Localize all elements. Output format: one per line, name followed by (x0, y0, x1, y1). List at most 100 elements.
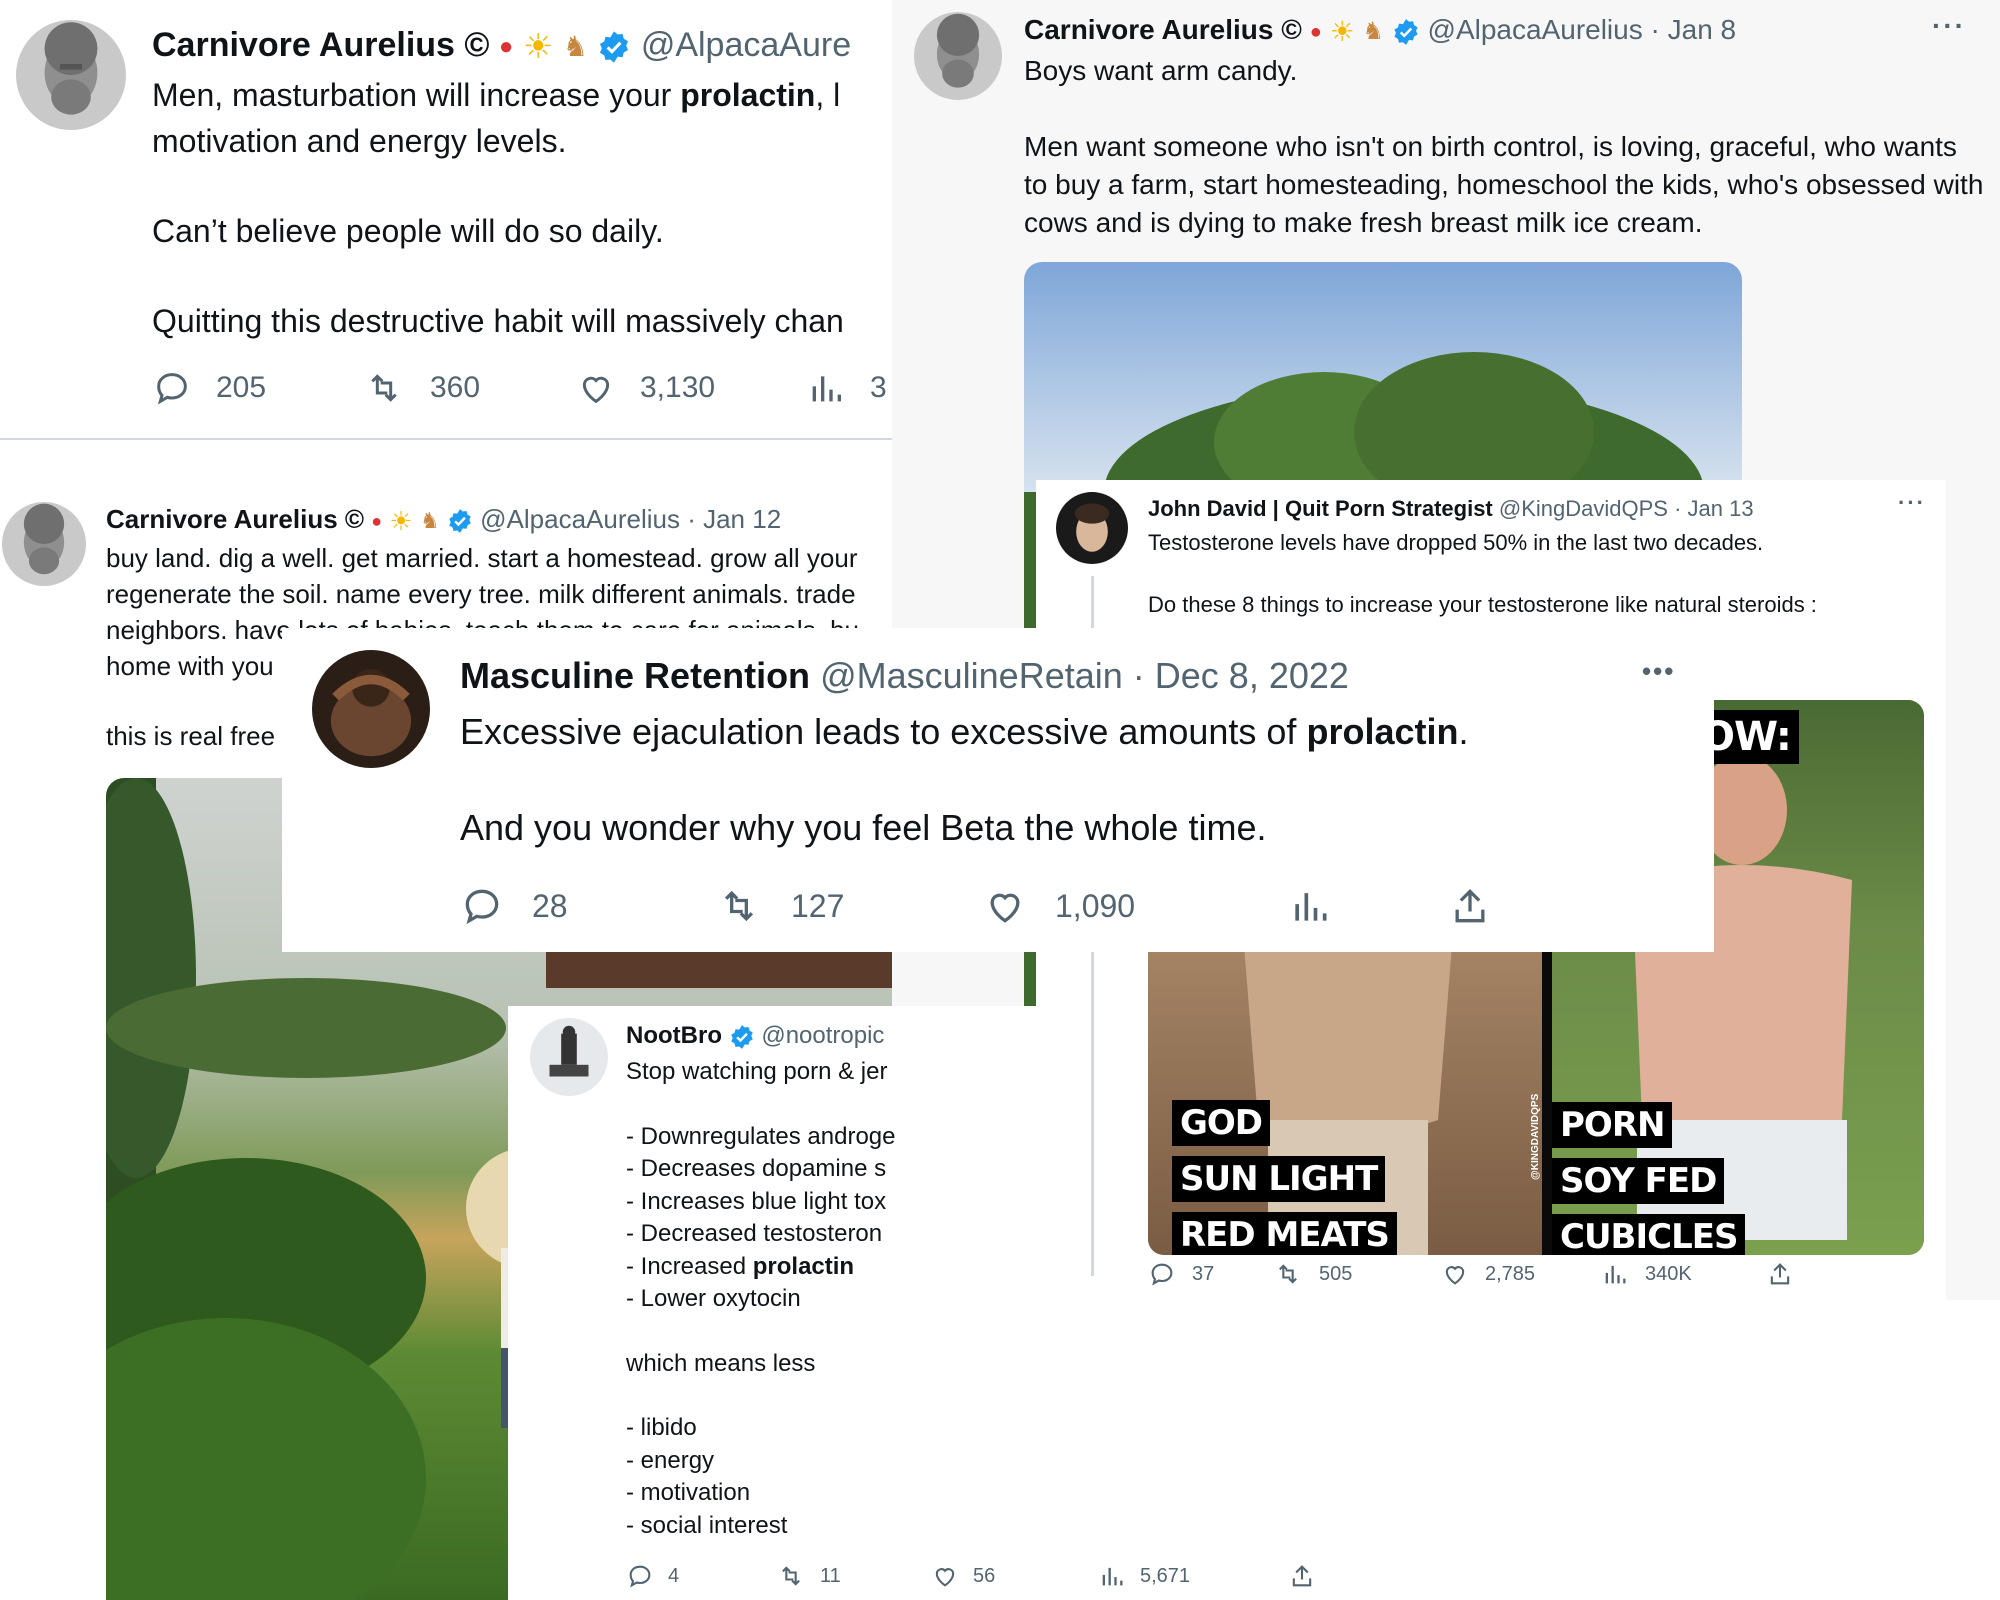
views-chart-icon (1295, 893, 1327, 921)
like-button[interactable]: 3,130 (576, 368, 806, 408)
like-button[interactable]: 56 (931, 1562, 1036, 1590)
display-name[interactable]: NootBro (626, 1022, 722, 1049)
views-button[interactable]: 3 (806, 368, 887, 408)
llama-icon: ♞ (562, 31, 588, 63)
reply-button[interactable]: 37 (1148, 1260, 1273, 1288)
tweet-text: Boys want arm candy. (1024, 55, 1298, 86)
avatar-carnivore-aurelius[interactable] (914, 12, 1002, 100)
like-button[interactable]: 2,785 (1441, 1260, 1601, 1288)
image-overlay-label: RED MEATS (1172, 1212, 1397, 1255)
user-handle[interactable]: @AlpacaAurelius (1428, 14, 1643, 45)
tweet-date[interactable]: · Jan 12 (687, 504, 781, 534)
retweet-count: 505 (1319, 1262, 1353, 1285)
image-overlay-label: CUBICLES (1552, 1214, 1746, 1255)
list-item-bold: prolactin (752, 1252, 855, 1280)
llama-icon: ♞ (1362, 17, 1384, 45)
tweet-text-line: buy land. dig a well. get married. start… (106, 543, 858, 573)
display-name[interactable]: John David | Quit Porn Strategist (1148, 496, 1493, 521)
more-options-button[interactable]: ••• (1642, 656, 1675, 687)
retweet-button[interactable]: 11 (776, 1562, 931, 1590)
tweet-card-nootbro[interactable]: NootBro @nootropic Stop watching porn & … (508, 1006, 1036, 1600)
steak-icon: ● (498, 33, 514, 61)
user-handle[interactable]: @nootropic (761, 1022, 884, 1049)
sun-icon: ☀ (389, 506, 413, 537)
user-handle[interactable]: @AlpacaAure (641, 26, 851, 64)
display-name[interactable]: Carnivore Aurelius © (152, 26, 489, 64)
retweet-icon (724, 890, 754, 922)
retweet-button[interactable]: 505 (1273, 1260, 1441, 1288)
retweet-button[interactable]: 127 (715, 884, 983, 928)
view-count: 340K (1645, 1262, 1692, 1285)
user-handle[interactable]: @MasculineRetain (820, 655, 1123, 696)
avatar-masculine-retention[interactable] (312, 650, 430, 768)
heart-icon (935, 1568, 955, 1587)
list-item: - social interest (626, 1511, 788, 1539)
heart-icon (990, 893, 1020, 923)
list-item: - Increased prolactin (626, 1251, 896, 1284)
tweet-text: Men, masturbation will increase your (152, 77, 672, 113)
display-name[interactable]: Carnivore Aurelius © (1024, 14, 1302, 45)
reply-icon (157, 373, 187, 405)
image-overlay-label: SOY FED (1552, 1158, 1725, 1204)
heart-icon (582, 376, 610, 404)
tweet-card-masculine-retention[interactable]: Masculine Retention @MasculineRetain · D… (282, 628, 1714, 952)
tweet-text: Do these 8 things to increase your testo… (1148, 592, 1817, 617)
tweet-text: Men want someone who isn't on birth cont… (1024, 131, 1984, 238)
avatar-carnivore-aurelius[interactable] (2, 502, 86, 586)
list-item-text: - Increased (626, 1252, 747, 1280)
tweet-date[interactable]: · Jan 8 (1651, 14, 1737, 45)
list-item: - Decreased testosteron (626, 1220, 883, 1247)
list-item: - motivation (626, 1479, 751, 1506)
retweet-icon (371, 374, 397, 402)
more-options-button[interactable]: ··· (1898, 490, 1926, 516)
like-count: 3,130 (640, 371, 716, 404)
reply-icon (465, 889, 499, 925)
reply-button[interactable]: 205 (152, 368, 362, 408)
avatar-john-david[interactable] (1056, 492, 1128, 564)
retweet-button[interactable]: 360 (362, 368, 576, 408)
views-button[interactable]: 340K (1601, 1260, 1766, 1288)
reply-icon (629, 1565, 651, 1588)
share-button[interactable] (1288, 1562, 1316, 1590)
verified-badge-icon (1394, 18, 1418, 45)
tweet-date[interactable]: · Jan 13 (1674, 496, 1754, 521)
reply-button[interactable]: 28 (460, 884, 715, 928)
tweet-text: Stop watching porn & jer (626, 1058, 888, 1085)
avatar-carnivore-aurelius[interactable] (16, 20, 126, 130)
sun-icon: ☀ (1329, 15, 1355, 47)
retweet-count: 127 (791, 887, 845, 924)
tweet-date[interactable]: · Dec 8, 2022 (1133, 655, 1349, 696)
steak-icon: ● (371, 511, 383, 532)
tweet-card-top-left[interactable]: Carnivore Aurelius © ● ☀ ♞ @AlpacaAure M… (0, 0, 892, 440)
image-overlay-label: PORN (1552, 1102, 1673, 1148)
image-overlay-label: SUN LIGHT (1172, 1156, 1386, 1202)
like-button[interactable]: 1,090 (983, 884, 1288, 928)
reply-button[interactable]: 4 (626, 1562, 776, 1590)
tweet-text: Testosterone levels have dropped 50% in … (1148, 530, 1764, 555)
effect-list: - libido - energy - motivation - social int… (626, 1412, 896, 1542)
share-button[interactable] (1766, 1260, 1794, 1288)
user-handle[interactable]: @AlpacaAurelius (480, 504, 680, 534)
sun-icon: ☀ (522, 28, 554, 67)
reply-count: 28 (532, 887, 568, 924)
reply-icon (1151, 1263, 1173, 1286)
more-options-button[interactable]: ··· (1932, 10, 1966, 42)
list-item: - energy (626, 1446, 715, 1474)
share-button[interactable] (1448, 884, 1492, 928)
list-item: - Increases blue light tox (626, 1187, 887, 1215)
like-count: 56 (973, 1564, 996, 1587)
retweet-count: 11 (820, 1564, 841, 1587)
list-item: - Decreases dopamine s (626, 1155, 887, 1182)
tweet-image-sky-trees[interactable] (1024, 262, 1742, 492)
retweet-count: 360 (430, 371, 481, 404)
tweet-text: And you wonder why you feel Beta the who… (460, 807, 1267, 848)
tweet-text: , l (815, 77, 841, 113)
tweet-text: Quitting this destructive habit will mas… (152, 303, 844, 339)
display-name[interactable]: Masculine Retention (460, 655, 810, 696)
user-handle[interactable]: @KingDavidQPS (1499, 496, 1668, 521)
avatar-nootbro[interactable] (530, 1018, 608, 1096)
views-button[interactable]: 5,671 (1098, 1562, 1288, 1590)
display-name[interactable]: Carnivore Aurelius © (106, 504, 364, 534)
tweet-text: Can’t believe people will do so daily. (152, 213, 664, 249)
views-button[interactable] (1288, 884, 1448, 928)
